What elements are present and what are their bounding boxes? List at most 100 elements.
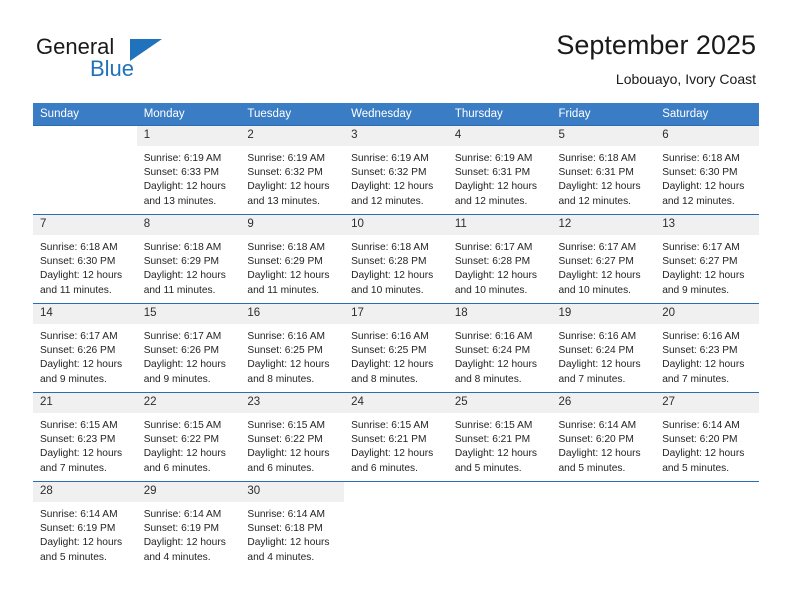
day-sunrise-text: Sunrise: 6:16 AM	[247, 331, 325, 342]
calendar-day-cell[interactable]: 11 Sunrise: 6:17 AM Sunset: 6:28 PM Dayligh…	[447, 214, 552, 304]
calendar-day-cell[interactable]: 13 Sunrise: 6:17 AM Sunset: 6:27 PM Dayligh…	[655, 214, 759, 304]
day-sunset-text: Sunset: 6:26 PM	[40, 345, 116, 357]
day-daylight1-text: Daylight: 12 hours	[143, 448, 226, 460]
day-daylight1-text: Daylight: 12 hours	[351, 448, 434, 460]
calendar-day-cell[interactable]: 22 Sunrise: 6:15 AM Sunset: 6:22 PM Dayligh…	[136, 392, 241, 482]
day-daylight2-text: and 11 minutes.	[40, 284, 112, 296]
calendar-day-cell[interactable]: 7 Sunrise: 6:18 AM Sunset: 6:30 PM Daylight…	[33, 214, 137, 304]
calendar-day-cell[interactable]: 12 Sunrise: 6:17 AM Sunset: 6:27 PM Dayligh…	[551, 214, 656, 304]
calendar-day-cell[interactable]: 10 Sunrise: 6:18 AM Sunset: 6:28 PM Dayligh…	[344, 214, 448, 304]
calendar-day-cell[interactable]: 6 Sunrise: 6:18 AM Sunset: 6:30 PM Daylight…	[655, 125, 759, 215]
calendar-week-row: 21 Sunrise: 6:15 AM Sunset: 6:23 PM Dayligh…	[33, 392, 759, 482]
day-daylight1-text: Daylight: 12 hours	[143, 181, 226, 193]
day-sunrise-text: Sunrise: 6:18 AM	[40, 242, 118, 253]
calendar-cell-inner: 30 Sunrise: 6:14 AM Sunset: 6:18 PM Dayligh…	[240, 482, 345, 570]
weekday-header-monday: Monday	[136, 103, 241, 126]
day-number: 1	[136, 126, 241, 146]
day-details: Sunrise: 6:14 AM Sunset: 6:18 PM Daylight:…	[240, 502, 344, 565]
day-sunrise-text: Sunrise: 6:17 AM	[662, 242, 740, 253]
calendar-cell-inner: 8 Sunrise: 6:18 AM Sunset: 6:29 PM Daylight…	[136, 215, 241, 303]
general-blue-logo[interactable]: General Blue	[36, 34, 226, 86]
calendar-cell-empty	[344, 481, 448, 570]
day-daylight2-text: and 12 minutes.	[351, 195, 424, 207]
weekday-header-friday: Friday	[551, 103, 656, 126]
calendar-day-cell[interactable]: 24 Sunrise: 6:15 AM Sunset: 6:21 PM Dayligh…	[344, 392, 448, 482]
day-daylight2-text: and 12 minutes.	[662, 195, 735, 207]
day-daylight1-text: Daylight: 12 hours	[143, 537, 226, 549]
calendar-day-cell[interactable]: 21 Sunrise: 6:15 AM Sunset: 6:23 PM Dayligh…	[33, 392, 137, 482]
calendar-cell-empty	[655, 481, 759, 570]
calendar-day-cell[interactable]: 14 Sunrise: 6:17 AM Sunset: 6:26 PM Dayligh…	[33, 303, 137, 393]
calendar-day-cell[interactable]: 19 Sunrise: 6:16 AM Sunset: 6:24 PM Dayligh…	[551, 303, 656, 393]
day-daylight1-text: Daylight: 12 hours	[558, 359, 641, 371]
day-number: 20	[655, 304, 759, 324]
day-daylight2-text: and 9 minutes.	[662, 284, 730, 296]
day-sunrise-text: Sunrise: 6:15 AM	[143, 420, 222, 431]
calendar-cell-inner: 27 Sunrise: 6:14 AM Sunset: 6:20 PM Dayligh…	[655, 393, 759, 481]
day-details: Sunrise: 6:16 AM Sunset: 6:24 PM Daylight:…	[552, 324, 656, 387]
calendar-cell-empty	[33, 125, 137, 215]
calendar-day-cell[interactable]: 8 Sunrise: 6:18 AM Sunset: 6:29 PM Daylight…	[136, 214, 241, 304]
calendar-day-cell[interactable]: 29 Sunrise: 6:14 AM Sunset: 6:19 PM Dayligh…	[136, 481, 241, 570]
day-daylight2-text: and 5 minutes.	[40, 551, 107, 563]
calendar-day-cell[interactable]: 28 Sunrise: 6:14 AM Sunset: 6:19 PM Dayligh…	[33, 481, 137, 570]
calendar-day-cell[interactable]: 30 Sunrise: 6:14 AM Sunset: 6:18 PM Dayligh…	[240, 481, 345, 570]
day-daylight2-text: and 4 minutes.	[247, 551, 315, 563]
day-daylight2-text: and 8 minutes.	[454, 373, 522, 385]
calendar-day-cell[interactable]: 27 Sunrise: 6:14 AM Sunset: 6:20 PM Dayligh…	[655, 392, 759, 482]
calendar-cell-inner: 19 Sunrise: 6:16 AM Sunset: 6:24 PM Dayligh…	[551, 304, 656, 392]
day-number	[655, 482, 759, 502]
day-number	[344, 482, 448, 502]
page-subtitle: Lobouayo, Ivory Coast	[615, 71, 756, 87]
calendar-day-cell[interactable]: 17 Sunrise: 6:16 AM Sunset: 6:25 PM Dayligh…	[344, 303, 448, 393]
day-number: 26	[551, 393, 656, 413]
day-daylight2-text: and 12 minutes.	[454, 195, 528, 207]
day-sunrise-text: Sunrise: 6:15 AM	[351, 420, 429, 431]
day-sunrise-text: Sunrise: 6:14 AM	[247, 509, 325, 520]
day-sunrise-text: Sunrise: 6:15 AM	[40, 420, 118, 431]
calendar-day-cell[interactable]: 5 Sunrise: 6:18 AM Sunset: 6:31 PM Daylight…	[551, 125, 656, 215]
day-details: Sunrise: 6:14 AM Sunset: 6:19 PM Daylight:…	[33, 502, 137, 565]
day-daylight2-text: and 6 minutes.	[143, 462, 211, 474]
calendar-day-cell[interactable]: 20 Sunrise: 6:16 AM Sunset: 6:23 PM Dayligh…	[655, 303, 759, 393]
day-number: 5	[551, 126, 656, 146]
calendar-day-cell[interactable]: 26 Sunrise: 6:14 AM Sunset: 6:20 PM Dayligh…	[551, 392, 656, 482]
calendar-cell-inner: 4 Sunrise: 6:19 AM Sunset: 6:31 PM Daylight…	[447, 126, 552, 214]
day-number: 29	[136, 482, 241, 502]
day-sunset-text: Sunset: 6:30 PM	[40, 256, 116, 268]
day-number: 2	[240, 126, 345, 146]
day-daylight1-text: Daylight: 12 hours	[662, 359, 745, 371]
calendar-day-cell[interactable]: 16 Sunrise: 6:16 AM Sunset: 6:25 PM Dayligh…	[240, 303, 345, 393]
day-number	[447, 482, 552, 502]
calendar-day-cell[interactable]: 1 Sunrise: 6:19 AM Sunset: 6:33 PM Daylight…	[136, 125, 241, 215]
calendar-day-cell[interactable]: 4 Sunrise: 6:19 AM Sunset: 6:31 PM Daylight…	[447, 125, 552, 215]
day-details: Sunrise: 6:14 AM Sunset: 6:19 PM Daylight:…	[137, 502, 241, 565]
calendar-day-cell[interactable]: 25 Sunrise: 6:15 AM Sunset: 6:21 PM Dayligh…	[447, 392, 552, 482]
day-number: 25	[447, 393, 552, 413]
day-details: Sunrise: 6:18 AM Sunset: 6:30 PM Daylight:…	[655, 146, 759, 209]
calendar-day-cell[interactable]: 23 Sunrise: 6:15 AM Sunset: 6:22 PM Dayligh…	[240, 392, 345, 482]
day-sunrise-text: Sunrise: 6:14 AM	[143, 509, 222, 520]
calendar-cell-inner: 2 Sunrise: 6:19 AM Sunset: 6:32 PM Daylight…	[240, 126, 345, 214]
calendar-head: Sunday Monday Tuesday Wednesday Thursday…	[33, 103, 759, 126]
day-sunrise-text: Sunrise: 6:18 AM	[558, 153, 637, 164]
day-details: Sunrise: 6:19 AM Sunset: 6:32 PM Daylight:…	[240, 146, 344, 209]
day-number: 16	[240, 304, 345, 324]
day-details: Sunrise: 6:15 AM Sunset: 6:22 PM Daylight:…	[137, 413, 241, 476]
day-daylight1-text: Daylight: 12 hours	[40, 270, 123, 282]
calendar-day-cell[interactable]: 15 Sunrise: 6:17 AM Sunset: 6:26 PM Dayligh…	[136, 303, 241, 393]
day-daylight2-text: and 7 minutes.	[558, 373, 626, 385]
day-number: 15	[136, 304, 241, 324]
calendar-cell-inner	[33, 126, 137, 214]
day-sunrise-text: Sunrise: 6:19 AM	[247, 153, 325, 164]
day-daylight1-text: Daylight: 12 hours	[454, 448, 537, 460]
day-daylight2-text: and 5 minutes.	[454, 462, 522, 474]
calendar-day-cell[interactable]: 18 Sunrise: 6:16 AM Sunset: 6:24 PM Dayligh…	[447, 303, 552, 393]
day-sunset-text: Sunset: 6:28 PM	[454, 256, 531, 268]
day-sunset-text: Sunset: 6:26 PM	[143, 345, 220, 357]
calendar-day-cell[interactable]: 3 Sunrise: 6:19 AM Sunset: 6:32 PM Daylight…	[344, 125, 448, 215]
day-sunset-text: Sunset: 6:20 PM	[558, 434, 634, 446]
calendar-cell-inner: 1 Sunrise: 6:19 AM Sunset: 6:33 PM Daylight…	[136, 126, 241, 214]
calendar-day-cell[interactable]: 2 Sunrise: 6:19 AM Sunset: 6:32 PM Daylight…	[240, 125, 345, 215]
calendar-day-cell[interactable]: 9 Sunrise: 6:18 AM Sunset: 6:29 PM Daylight…	[240, 214, 345, 304]
